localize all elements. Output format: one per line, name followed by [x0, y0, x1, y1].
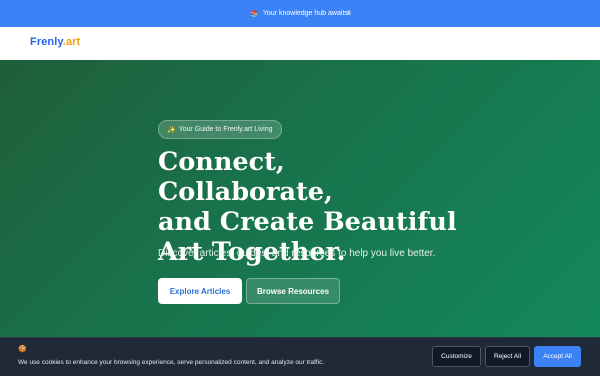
close-icon[interactable]: × [344, 8, 354, 18]
site-logo[interactable]: Frenly.art [30, 36, 80, 48]
hero-tagline-pill: ✨ Your Guide to Frenly.art Living [158, 120, 282, 139]
cookie-text: We use cookies to enhance your browsing … [18, 359, 325, 366]
sparkle-icon: ✨ [167, 126, 176, 134]
browse-resources-button[interactable]: Browse Resources [246, 278, 340, 304]
hero-subtitle: Discover articles, guides, and resources… [158, 248, 436, 259]
headline-line-2: and Create Beautiful [158, 207, 457, 237]
customize-button[interactable]: Customize [432, 346, 481, 367]
site-header: Frenly.art [0, 27, 600, 61]
hero-section: ✨ Your Guide to Frenly.art Living Connec… [0, 60, 600, 340]
announcement-bar: 📚 Your knowledge hub awaits! × [0, 0, 600, 27]
pill-text: Your Guide to Frenly.art Living [178, 126, 273, 133]
accept-all-button[interactable]: Accept All [534, 346, 581, 367]
reject-all-button[interactable]: Reject All [485, 346, 530, 367]
logo-main: Frenly [30, 36, 63, 48]
books-icon: 📚 [250, 10, 259, 18]
cookie-icon: 🍪 [18, 346, 27, 353]
explore-articles-button[interactable]: Explore Articles [158, 278, 242, 304]
headline-line-1: Connect, Collaborate, [158, 147, 333, 207]
logo-suffix: .art [62, 36, 81, 48]
announcement-text: Your knowledge hub awaits! [262, 10, 350, 17]
cookie-banner: 🍪 We use cookies to enhance your browsin… [0, 337, 600, 376]
